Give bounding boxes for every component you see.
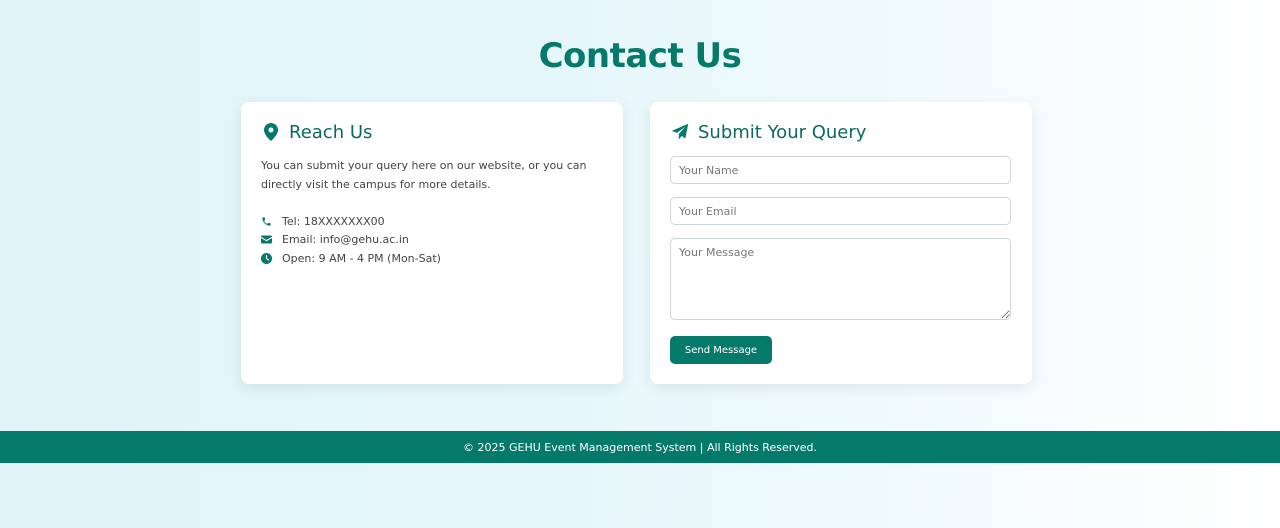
- page-title: Contact Us: [538, 36, 742, 76]
- phone-icon: [261, 216, 272, 227]
- contact-info-list: Tel: 18XXXXXXX00 Email: info@gehu.ac.in …: [261, 212, 603, 268]
- map-pin-icon: [261, 122, 281, 142]
- mail-icon: [261, 234, 272, 245]
- contact-email: Email: info@gehu.ac.in: [261, 231, 603, 250]
- contact-email-text: Email: info@gehu.ac.in: [282, 233, 409, 247]
- reach-us-title: Reach Us: [289, 121, 373, 143]
- footer: © 2025 GEHU Event Management System | Al…: [0, 431, 1280, 463]
- contact-phone-text: Tel: 18XXXXXXX00: [282, 214, 385, 228]
- reach-us-description: You can submit your query here on our we…: [261, 159, 587, 191]
- submit-query-card: Submit Your Query Send Message: [650, 102, 1032, 384]
- reach-us-heading: Reach Us: [261, 121, 603, 143]
- paper-plane-icon: [670, 122, 690, 142]
- footer-copyright: © 2025 GEHU Event Management System | Al…: [463, 440, 817, 454]
- name-input[interactable]: [670, 156, 1011, 184]
- contact-hours: Open: 9 AM - 4 PM (Mon-Sat): [261, 249, 603, 268]
- contact-hours-text: Open: 9 AM - 4 PM (Mon-Sat): [282, 251, 441, 265]
- submit-query-title: Submit Your Query: [698, 121, 867, 143]
- contact-phone: Tel: 18XXXXXXX00: [261, 212, 603, 231]
- submit-query-heading: Submit Your Query: [670, 121, 1012, 143]
- query-form: Send Message: [670, 156, 1012, 364]
- clock-icon: [261, 252, 272, 264]
- message-textarea[interactable]: [670, 238, 1011, 320]
- reach-us-card: Reach Us You can submit your query here …: [241, 102, 623, 384]
- email-input[interactable]: [670, 197, 1011, 225]
- send-message-button[interactable]: Send Message: [670, 336, 772, 364]
